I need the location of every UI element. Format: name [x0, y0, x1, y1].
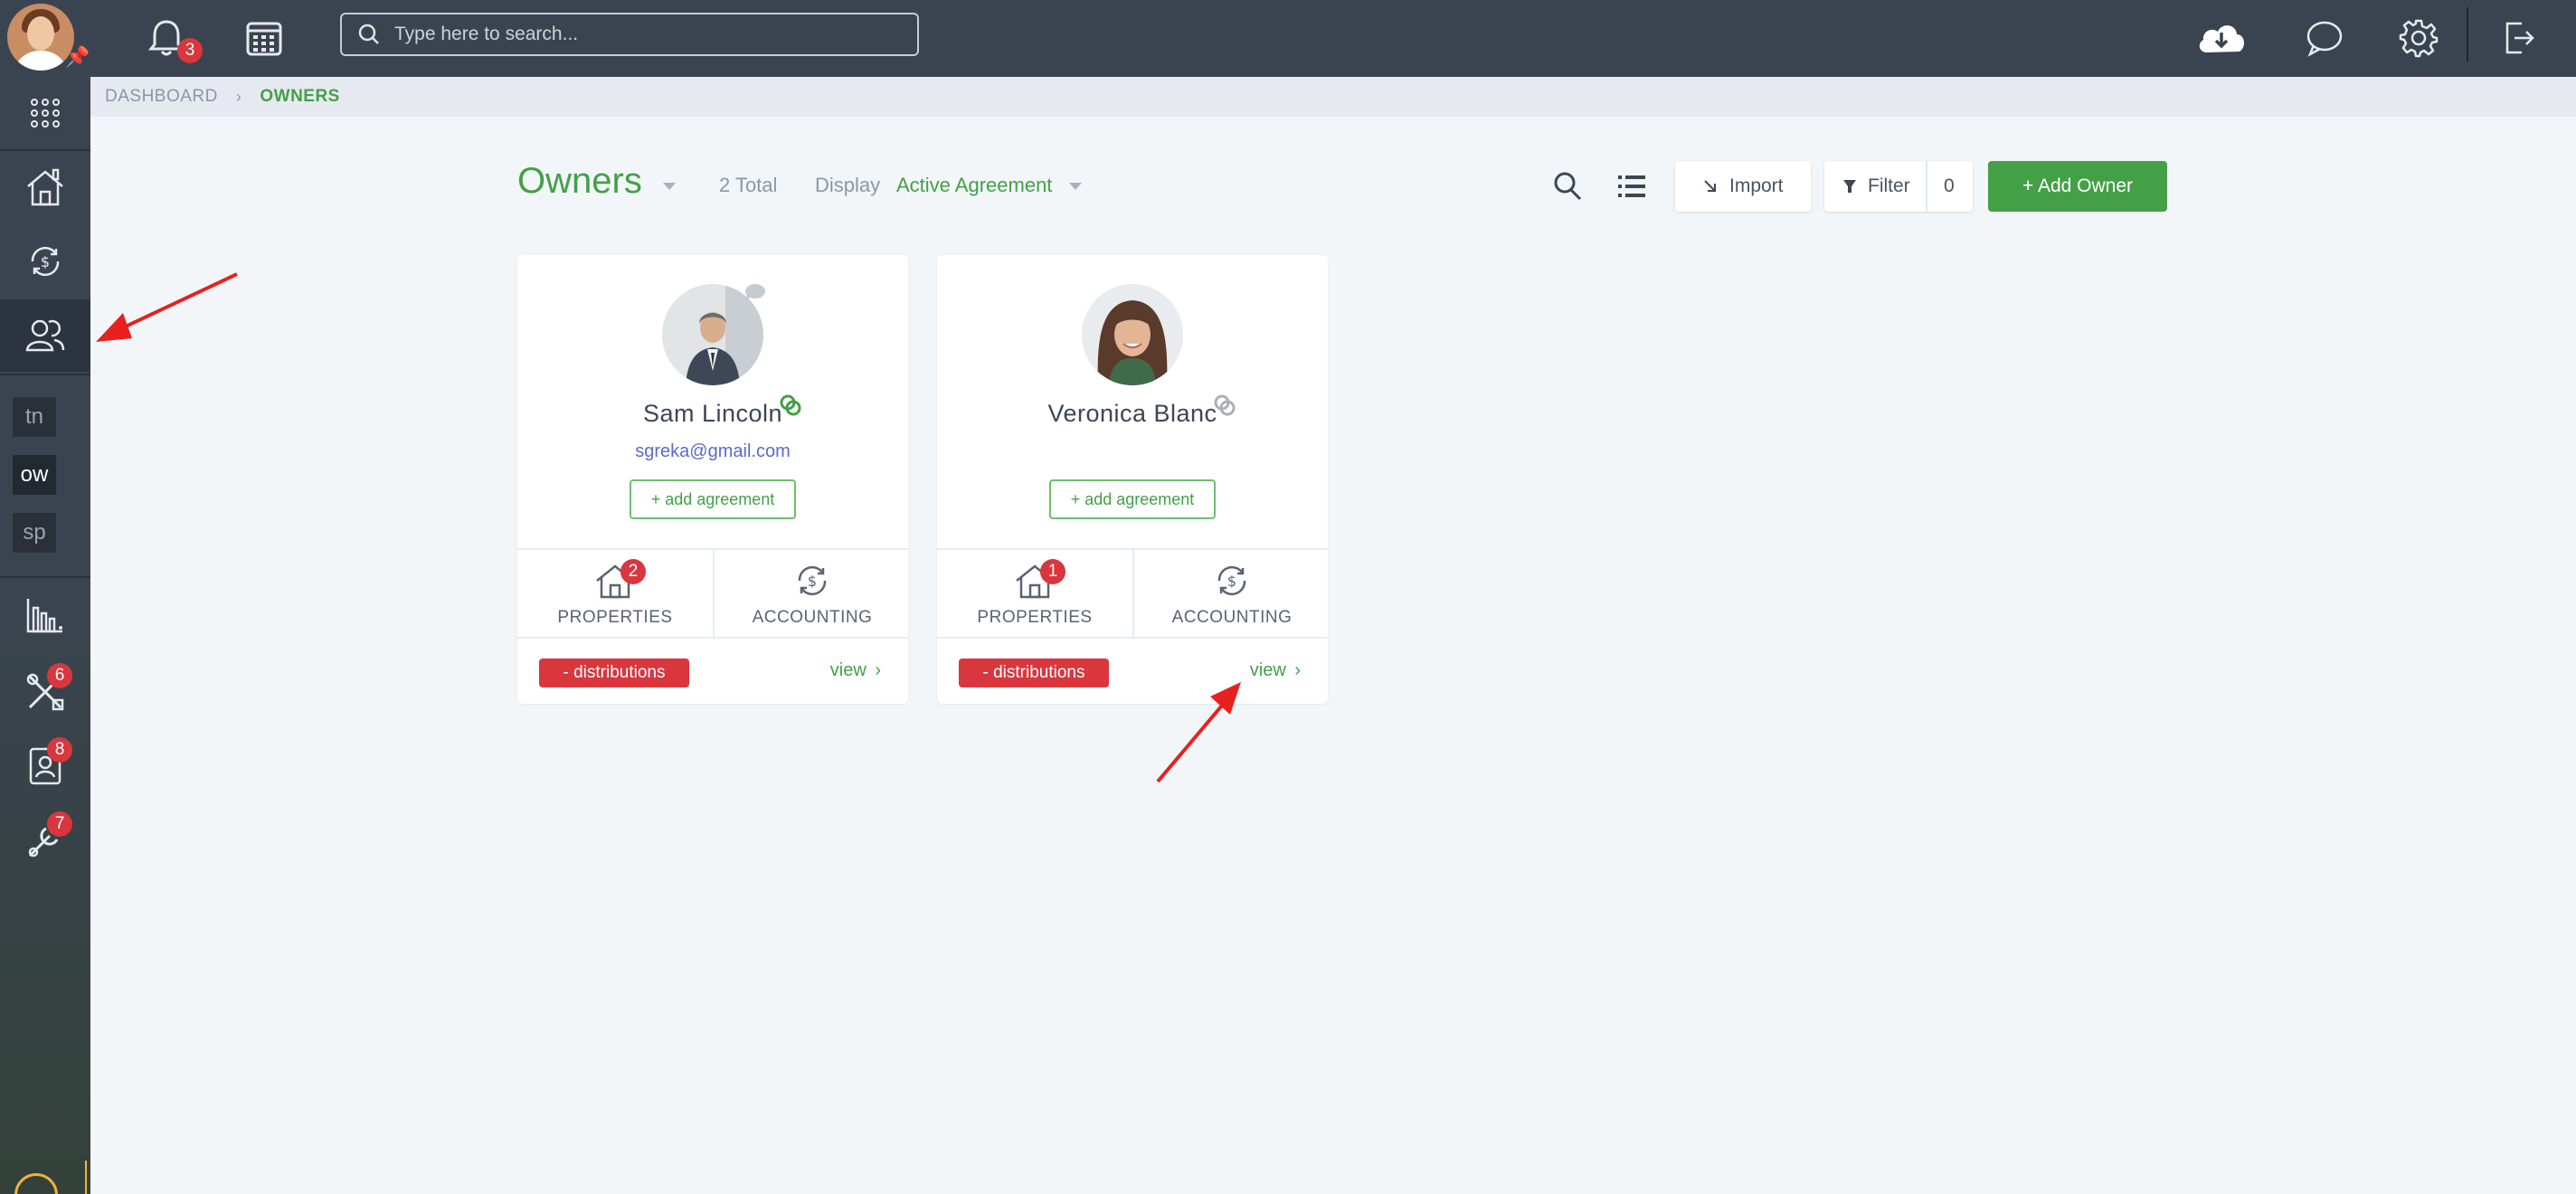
annotation-arrows	[96, 272, 1241, 783]
annotation-arrow-view	[1156, 682, 1241, 783]
annotation-arrow-sidebar	[96, 272, 238, 342]
